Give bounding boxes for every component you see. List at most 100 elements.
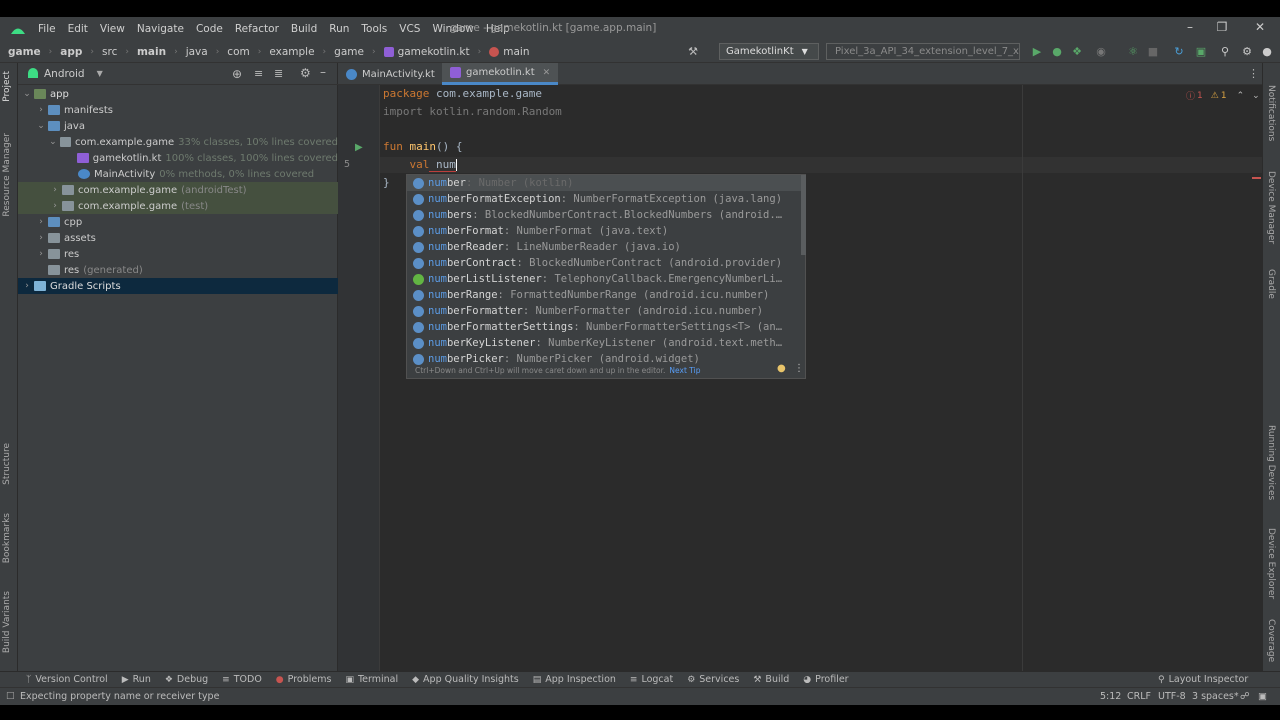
tree-node-app[interactable]: ⌄ app (18, 86, 338, 102)
chevron-right-icon[interactable]: › (36, 105, 46, 115)
chevron-right-icon[interactable]: › (50, 185, 60, 195)
chevron-right-icon[interactable]: › (22, 281, 32, 291)
tab-device-explorer[interactable]: Device Explorer (1266, 528, 1276, 599)
menu-navigate[interactable]: Navigate (137, 23, 184, 35)
menu-refactor[interactable]: Refactor (235, 23, 279, 35)
tool-services[interactable]: ⚙ Services (687, 674, 739, 685)
previous-highlight-icon[interactable]: ⌃ (1237, 91, 1245, 101)
breadcrumb-game-package[interactable]: game (334, 46, 364, 58)
tab-notifications[interactable]: Notifications (1266, 85, 1276, 141)
chevron-down-icon[interactable]: ⌄ (48, 137, 57, 147)
completion-item[interactable]: num berReader: LineNumberReader (java.io) (407, 239, 801, 255)
chevron-right-icon[interactable]: › (36, 249, 46, 259)
caret-position[interactable]: 5:12 (1100, 691, 1121, 702)
menu-tools[interactable]: Tools (361, 23, 387, 35)
completion-item[interactable]: num berFormat: NumberFormat (java.text) (407, 223, 801, 239)
tree-node-java[interactable]: ⌄ java (18, 118, 338, 134)
debug-icon[interactable]: ❖ (1070, 45, 1084, 59)
search-icon[interactable]: ⚲ (1218, 45, 1232, 59)
tool-version-control[interactable]: ᛉ Version Control (26, 674, 108, 685)
gear-icon[interactable]: ⚙ (300, 66, 311, 80)
completion-scrollbar[interactable] (801, 175, 806, 255)
completion-item[interactable]: num berKeyListener: NumberKeyListener (an… (407, 335, 801, 351)
tool-debug[interactable]: ❖ Debug (165, 674, 208, 685)
tab-build-variants[interactable]: Build Variants (2, 591, 12, 653)
restore-icon[interactable]: ❐ (1212, 20, 1232, 38)
collapse-all-icon[interactable]: ≣ (274, 67, 283, 80)
chevron-down-icon[interactable]: ⌄ (22, 89, 32, 99)
breadcrumb-game[interactable]: game (8, 46, 41, 58)
more-options-icon[interactable]: ⋮ (1248, 67, 1259, 80)
locate-icon[interactable]: ⊕ (232, 67, 242, 81)
tree-node-gamekotlin[interactable]: gamekotlin.kt 100% classes, 100% lines co… (18, 150, 338, 166)
tool-todo[interactable]: ≡ TODO (222, 674, 262, 685)
menu-run[interactable]: Run (329, 23, 349, 35)
tree-node-assets[interactable]: › assets (18, 230, 338, 246)
error-stripe-mark[interactable] (1252, 177, 1261, 179)
completion-item[interactable]: num berContract: BlockedNumberContract (a… (407, 255, 801, 271)
completion-item[interactable]: num berFormatException: NumberFormatExcep… (407, 191, 801, 207)
project-view-selector[interactable]: Android (44, 68, 85, 80)
lightbulb-icon[interactable]: ● (777, 363, 786, 374)
tool-layout-inspector[interactable]: ⚲ Layout Inspector (1158, 674, 1248, 685)
tab-project[interactable]: Project (2, 71, 12, 102)
tab-running-devices[interactable]: Running Devices (1266, 425, 1276, 500)
tool-build[interactable]: ⚒ Build (753, 674, 789, 685)
apply-changes-icon[interactable]: ● (1050, 45, 1064, 59)
tree-node-cpp[interactable]: › cpp (18, 214, 338, 230)
tree-node-mainactivity[interactable]: MainActivity 0% methods, 0% lines covered (18, 166, 338, 182)
device-selector[interactable]: Pixel_3a_API_34_extension_level_7_x86 (826, 43, 1020, 60)
tool-terminal[interactable]: ▣ Terminal (345, 674, 398, 685)
menu-build[interactable]: Build (291, 23, 317, 35)
completion-item[interactable]: num ber: Number (kotlin) (407, 175, 801, 191)
tree-node-res[interactable]: › res (18, 246, 338, 262)
tab-gradle[interactable]: Gradle (1266, 269, 1276, 299)
completion-item[interactable]: num bers: BlockedNumberContract.BlockedNu… (407, 207, 801, 223)
breadcrumb-function[interactable]: main (489, 46, 529, 58)
account-icon[interactable]: ● (1260, 45, 1274, 59)
tab-structure[interactable]: Structure (2, 443, 12, 485)
breadcrumb-example[interactable]: example (269, 46, 314, 58)
tool-profiler[interactable]: ◕ Profiler (803, 674, 848, 685)
more-options-icon[interactable]: ⋮ (794, 363, 804, 374)
breadcrumb-src[interactable]: src (102, 46, 117, 58)
tree-node-manifests[interactable]: › manifests (18, 102, 338, 118)
coverage-icon[interactable]: ◉ (1094, 45, 1108, 59)
completion-item[interactable]: num berFormatterSettings: NumberFormatter… (407, 319, 801, 335)
breadcrumb-app[interactable]: app (60, 46, 82, 58)
menu-vcs[interactable]: VCS (399, 23, 420, 35)
completion-item[interactable]: num berRange: FormattedNumberRange (andro… (407, 287, 801, 303)
chevron-down-icon[interactable]: ⌄ (36, 121, 46, 131)
breadcrumb-java[interactable]: java (186, 46, 208, 58)
menu-edit[interactable]: Edit (68, 23, 88, 35)
tab-bookmarks[interactable]: Bookmarks (2, 513, 12, 563)
lock-icon[interactable]: ☍ (1240, 691, 1250, 702)
chevron-down-icon[interactable]: ▼ (97, 69, 103, 78)
completion-item[interactable]: num berListListener: TelephonyCallback.Em… (407, 271, 801, 287)
sync-icon[interactable]: ↻ (1172, 45, 1186, 59)
menu-file[interactable]: File (38, 23, 56, 35)
tree-node-package-test[interactable]: › com.example.game (test) (18, 198, 338, 214)
expand-all-icon[interactable]: ≡ (254, 67, 263, 80)
tool-logcat[interactable]: ≡ Logcat (630, 674, 673, 685)
minimize-icon[interactable]: – (1180, 20, 1200, 38)
chevron-right-icon[interactable]: › (50, 201, 60, 211)
hide-panel-icon[interactable]: – (320, 65, 326, 79)
tab-gamekotlin[interactable]: gamekotlin.kt ✕ (442, 63, 559, 85)
tab-coverage[interactable]: Coverage (1266, 619, 1276, 662)
breadcrumb-main[interactable]: main (137, 46, 166, 58)
next-tip-link[interactable]: Next Tip (669, 366, 700, 375)
gear-icon[interactable]: ⚙ (1240, 45, 1254, 59)
tree-node-package-main[interactable]: ⌄ com.example.game 33% classes, 10% lines … (18, 134, 338, 150)
run-gutter-icon[interactable]: ▶ (355, 142, 363, 153)
next-highlight-icon[interactable]: ⌄ (1252, 91, 1260, 101)
tab-resource-manager[interactable]: Resource Manager (2, 133, 12, 217)
status-window-icon[interactable]: □ (6, 691, 15, 701)
hammer-icon[interactable]: ⚒ (686, 45, 700, 59)
tool-app-quality-insights[interactable]: ◆ App Quality Insights (412, 674, 519, 685)
device-manager-icon[interactable]: ▣ (1194, 45, 1208, 59)
tree-node-package-androidtest[interactable]: › com.example.game (androidTest) (18, 182, 338, 198)
memory-icon[interactable]: ▣ (1258, 691, 1267, 702)
tool-run[interactable]: ▶ Run (122, 674, 151, 685)
indent-setting[interactable]: 3 spaces* (1192, 691, 1239, 702)
